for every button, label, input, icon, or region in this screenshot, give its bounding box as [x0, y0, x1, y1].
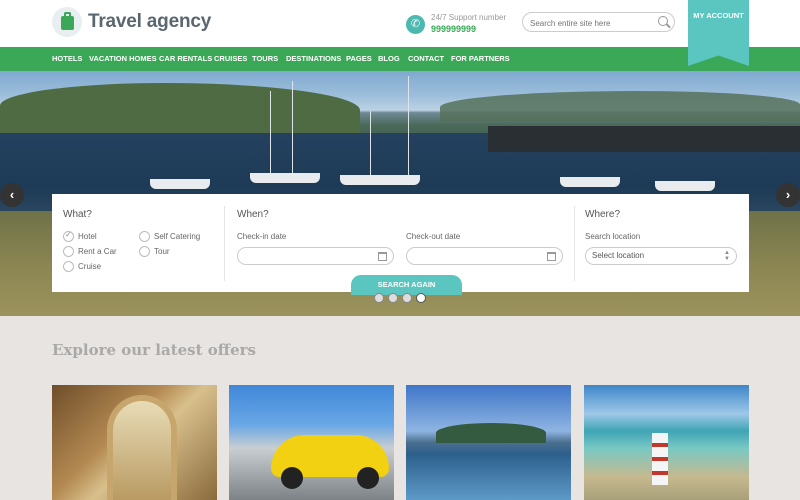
- support-label: 24/7 Support number: [431, 13, 507, 22]
- nav-item-vacation-homes[interactable]: VACATION HOMES: [89, 47, 157, 71]
- option-label: Hotel: [78, 232, 97, 241]
- nav-item-cruises[interactable]: CRUISES: [214, 47, 247, 71]
- option-cruise[interactable]: Cruise: [63, 261, 101, 272]
- slider-dot-1[interactable]: [374, 293, 384, 303]
- phone-icon: ✆: [406, 14, 425, 34]
- slider-dot-4[interactable]: [416, 293, 426, 303]
- location-label: Search location: [585, 232, 641, 241]
- calendar-icon[interactable]: [547, 252, 556, 261]
- option-hotel[interactable]: Hotel: [63, 230, 97, 242]
- site-header: Travel agency ✆ 24/7 Support number 9999…: [0, 0, 800, 47]
- when-heading: When?: [237, 209, 269, 220]
- divider: [224, 206, 225, 281]
- rent-a-car-radio[interactable]: [63, 246, 74, 257]
- calendar-icon[interactable]: [378, 252, 387, 261]
- site-search: [522, 12, 675, 33]
- offer-card-sports-car[interactable]: [229, 385, 394, 500]
- offer-card-lighthouse[interactable]: [584, 385, 749, 500]
- slider-prev-arrow[interactable]: ‹: [0, 183, 24, 207]
- slider-dot-3[interactable]: [402, 293, 412, 303]
- divider: [574, 206, 575, 281]
- nav-item-tours[interactable]: TOURS: [252, 47, 278, 71]
- self-catering-radio[interactable]: [139, 231, 150, 242]
- checkout-date-input[interactable]: [406, 247, 563, 265]
- option-label: Rent a Car: [78, 247, 117, 256]
- suitcase-icon: [52, 7, 82, 37]
- nav-item-destinations[interactable]: DESTINATIONS: [286, 47, 341, 71]
- checkin-date-input[interactable]: [237, 247, 394, 265]
- slider-dot-2[interactable]: [388, 293, 398, 303]
- offer-card-hotel-corridor[interactable]: [52, 385, 217, 500]
- option-label: Tour: [154, 247, 170, 256]
- brand-name: Travel agency: [88, 11, 212, 32]
- search-input[interactable]: [523, 14, 648, 33]
- option-label: Cruise: [78, 262, 102, 271]
- option-label: Self Catering: [154, 232, 201, 241]
- option-tour[interactable]: Tour: [139, 246, 170, 257]
- search-icon[interactable]: [658, 16, 668, 26]
- nav-item-hotels[interactable]: HOTELS: [52, 47, 82, 71]
- option-rent-a-car[interactable]: Rent a Car: [63, 246, 117, 257]
- option-self-catering[interactable]: Self Catering: [139, 231, 200, 242]
- location-select[interactable]: Select location ▲ ▼: [585, 247, 737, 265]
- nav-item-car-rentals[interactable]: CAR RENTALS: [159, 47, 212, 71]
- what-heading: What?: [63, 209, 92, 220]
- nav-item-pages[interactable]: PAGES: [346, 47, 372, 71]
- checkin-label: Check-in date: [237, 232, 287, 241]
- where-heading: Where?: [585, 209, 621, 220]
- nav-item-blog[interactable]: BLOG: [378, 47, 400, 71]
- main-nav: HOTELS VACATION HOMES CAR RENTALS CRUISE…: [0, 47, 800, 71]
- location-select-value: Select location: [592, 251, 645, 260]
- support-info: ✆ 24/7 Support number 999999999: [406, 13, 506, 35]
- offers-heading: Explore our latest offers: [52, 341, 256, 359]
- cruise-radio[interactable]: [63, 261, 74, 272]
- logo[interactable]: Travel agency: [52, 7, 211, 37]
- offer-card-cruise[interactable]: [406, 385, 571, 500]
- search-again-button[interactable]: SEARCH AGAIN: [351, 275, 462, 295]
- checkout-label: Check-out date: [406, 232, 461, 241]
- hotel-radio[interactable]: [63, 230, 74, 242]
- slider-next-arrow[interactable]: ›: [776, 183, 800, 207]
- support-number: 999999999: [431, 24, 477, 34]
- slider-dots: [374, 293, 426, 303]
- my-account-label: MY ACCOUNT: [693, 11, 744, 20]
- tour-radio[interactable]: [139, 246, 150, 257]
- select-caret-icon: ▲ ▼: [724, 250, 730, 262]
- nav-item-contact[interactable]: CONTACT: [408, 47, 444, 71]
- nav-item-for-partners[interactable]: FOR PARTNERS: [451, 47, 510, 71]
